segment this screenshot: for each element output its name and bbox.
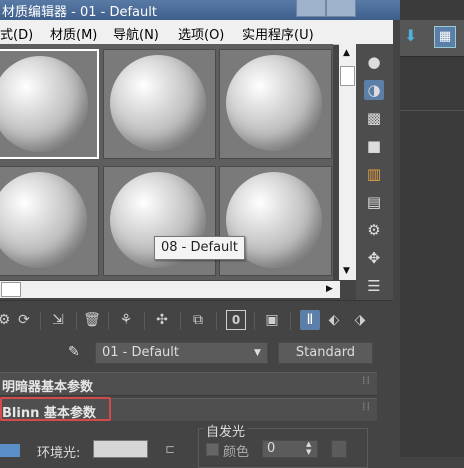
eyedropper-icon[interactable]: ✎ [68,344,88,362]
make-unique-icon[interactable]: ⚘ [116,310,136,330]
sample-slot[interactable] [219,49,332,159]
sample-type-icon[interactable]: ● [364,52,384,72]
ambient-label: 环境光: [37,446,81,461]
get-material-icon[interactable]: ⚙ [0,310,14,330]
toolbar-separator [40,312,41,330]
slot-tooltip: 08 - Default [154,236,245,260]
make-preview-icon[interactable]: ▤ [364,192,384,212]
scroll-up-icon[interactable]: ▲ [343,48,350,58]
toolbar-separator [254,312,255,330]
self-illumination-title: 自发光 [204,421,248,440]
horizontal-scroll-thumb[interactable] [1,282,21,297]
material-type-button[interactable]: Standard [278,342,373,364]
render-frame-icon[interactable]: ▦ [434,26,456,48]
chevron-down-icon[interactable]: ▼ [254,342,261,364]
spinner-arrows-icon[interactable]: ▲ ▼ [306,440,311,456]
toolbar-separator [290,312,291,330]
menu-utilities[interactable]: 实用程序(U) [242,24,314,43]
menu-options[interactable]: 选项(O) [178,24,224,43]
material-sphere [110,55,206,151]
assign-to-selection-icon[interactable]: ⇲ [48,310,68,330]
sample-uv-tiling-icon[interactable]: ■ [364,136,384,156]
menu-mode[interactable]: 式(D) [0,24,33,43]
backlight-icon[interactable]: ◑ [364,80,384,100]
maximize-button[interactable] [326,0,356,17]
show-end-result-icon[interactable]: Ⅱ [300,310,320,330]
toolbar-separator [180,312,181,330]
channel-zero-icon[interactable]: 0 [226,310,246,330]
rollout-grip-icon: ⁞⁞ [362,400,371,413]
vertical-scroll-thumb[interactable] [340,66,355,86]
toolbar-separator [144,312,145,330]
toolbar-separator [108,312,109,330]
material-sphere [0,56,88,152]
download-icon[interactable]: ⬇ [404,28,422,44]
lock-ambient-diffuse-icon[interactable]: ⊏ [165,442,183,457]
minimize-button[interactable] [296,0,326,17]
background-app-toolbar: ⬇ ▦ [400,20,464,57]
background-app-panel [400,0,464,457]
sample-slot[interactable] [103,49,216,159]
sample-slot[interactable] [0,49,99,159]
go-forward-sibling-icon[interactable]: ⬗ [350,310,370,330]
ambient-color-swatch[interactable] [93,440,148,458]
scroll-right-icon[interactable]: ▶ [326,284,333,294]
options-icon[interactable]: ⚙ [364,220,384,240]
material-sphere [0,172,87,268]
material-map-navigator-icon[interactable]: ☰ [364,276,384,296]
material-sphere [226,55,322,151]
self-illum-map-button[interactable] [331,440,347,458]
self-illum-color-checkbox[interactable] [206,443,219,456]
put-to-library-icon[interactable]: ✣ [152,310,172,330]
background-divider [400,110,464,111]
window-title: 材质编辑器 - 01 - Default [2,5,157,20]
menu-material[interactable]: 材质(M) [50,24,97,43]
self-illum-color-label: 颜色 [223,445,250,460]
toolbar-separator [76,312,77,330]
scroll-down-icon[interactable]: ▼ [343,266,350,276]
material-id-channel-icon[interactable]: ⧉ [188,310,208,330]
background-icon[interactable]: ▩ [364,108,384,128]
show-map-in-viewport-icon[interactable]: ▣ [262,310,282,330]
put-to-scene-icon[interactable]: ⟳ [14,310,34,330]
menu-navigation[interactable]: 导航(N) [113,24,159,43]
material-name-field[interactable]: 01 - Default [95,342,268,364]
rollout-grip-icon: ⁞⁞ [362,374,371,387]
rollout-title: 明暗器基本参数 [2,380,94,395]
shader-basic-params-rollout[interactable]: 明暗器基本参数 ⁞⁞ [0,372,377,396]
go-to-parent-icon[interactable]: ⬖ [324,310,344,330]
sample-slot[interactable] [0,166,99,276]
toolbar-separator [216,312,217,330]
select-by-material-icon[interactable]: ✥ [364,248,384,268]
highlight-box [0,397,111,421]
video-color-check-icon[interactable]: ▥ [364,164,384,184]
delete-icon[interactable]: 🗑 [82,310,102,330]
lock-icon[interactable] [0,444,20,457]
preview-horizontal-scrollbar[interactable]: ▶ [0,281,340,298]
